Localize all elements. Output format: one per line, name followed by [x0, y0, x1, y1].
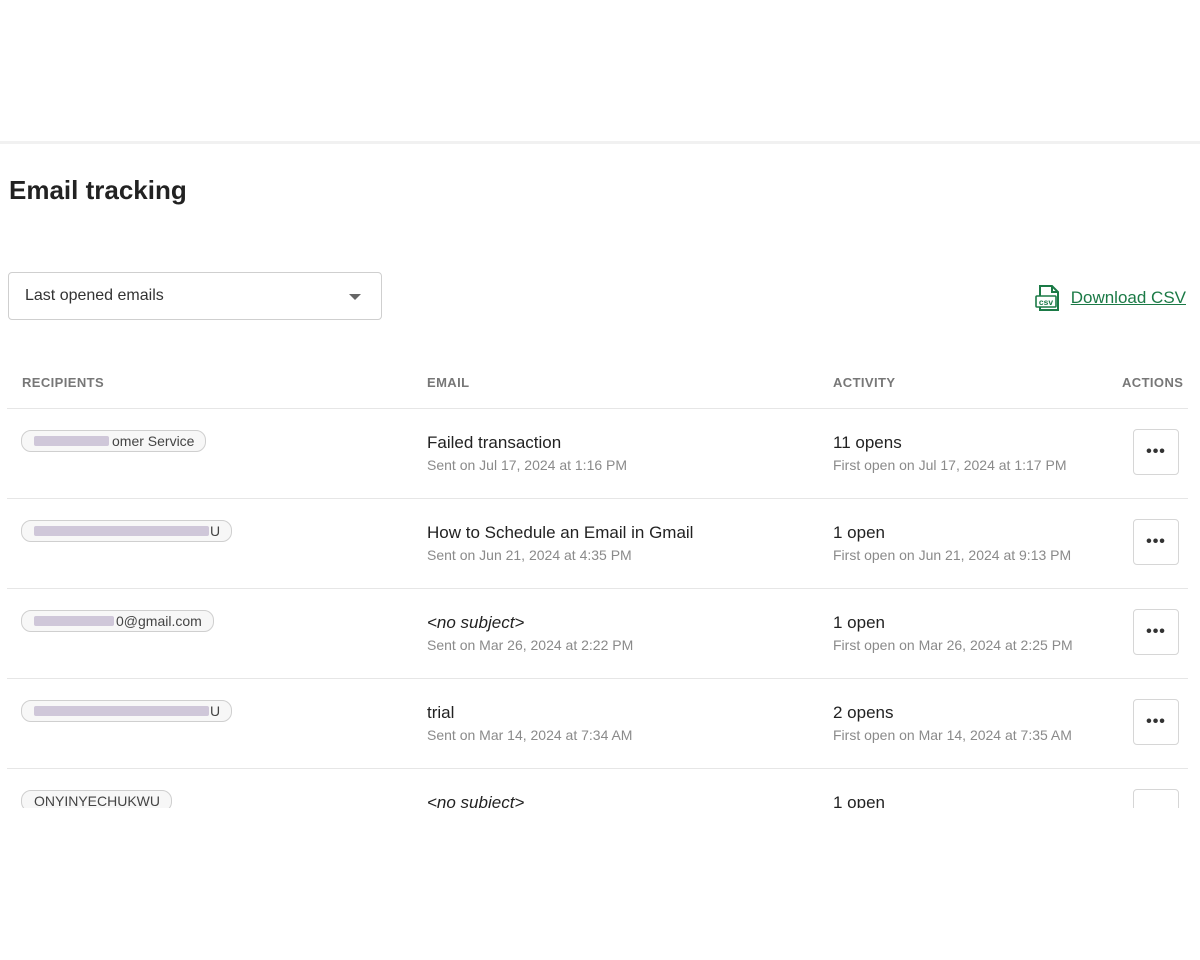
recipient-chip[interactable]: ONYINYECHUKWU — [21, 790, 173, 808]
page-title: Email tracking — [9, 175, 187, 205]
more-actions-button[interactable]: ••• — [1133, 699, 1179, 745]
recipient-chip[interactable]: omer Service — [21, 430, 207, 452]
first-open-date: First open on Jul 17, 2024 at 1:17 PM — [833, 457, 1067, 473]
download-csv-link[interactable]: csv Download CSV — [1034, 284, 1186, 312]
open-count: 11 opens — [833, 433, 902, 452]
more-actions-button[interactable]: ••• — [1133, 429, 1179, 475]
csv-file-icon: csv — [1034, 285, 1059, 311]
open-count: 1 open — [833, 613, 885, 632]
sent-date: Sent on Mar 26, 2024 at 2:22 PM — [427, 637, 634, 653]
column-header-activity: ACTIVITY — [833, 375, 896, 390]
chevron-down-icon — [349, 294, 361, 300]
first-open-date: First open on Mar 14, 2024 at 7:35 AM — [833, 727, 1072, 743]
email-subject[interactable]: trial — [427, 703, 454, 723]
table-row[interactable]: ONYINYECHUKWU <no subject> 1 open ••• — [7, 768, 1188, 808]
header-divider — [0, 141, 1200, 144]
first-open-date: First open on Jun 21, 2024 at 9:13 PM — [833, 547, 1072, 563]
redacted-text — [34, 436, 109, 446]
email-subject[interactable]: How to Schedule an Email in Gmail — [427, 523, 693, 543]
download-csv-label: Download CSV — [1070, 288, 1186, 307]
column-header-recipients: RECIPIENTS — [22, 375, 105, 390]
open-count: 2 opens — [833, 703, 894, 722]
table-row[interactable]: omer Service Failed transaction Sent on … — [7, 408, 1188, 499]
more-actions-button[interactable]: ••• — [1133, 609, 1179, 655]
sent-date: Sent on Jun 21, 2024 at 4:35 PM — [427, 547, 632, 563]
more-actions-button[interactable]: ••• — [1133, 789, 1179, 808]
recipient-chip[interactable]: 0@gmail.com — [21, 610, 214, 632]
email-subject[interactable]: Failed transaction — [427, 433, 561, 453]
redacted-text — [34, 526, 209, 536]
open-count: 1 open — [833, 523, 885, 542]
table-row[interactable]: U How to Schedule an Email in Gmail Sent… — [7, 498, 1188, 589]
filter-selected-value: Last opened emails — [25, 287, 164, 304]
table-row[interactable]: U trial Sent on Mar 14, 2024 at 7:34 AM … — [7, 678, 1188, 769]
sent-date: Sent on Mar 14, 2024 at 7:34 AM — [427, 727, 633, 743]
table-row[interactable]: 0@gmail.com <no subject> Sent on Mar 26,… — [7, 588, 1188, 679]
more-actions-button[interactable]: ••• — [1133, 519, 1179, 565]
column-header-actions: ACTIONS — [1122, 375, 1184, 390]
redacted-text — [34, 706, 209, 716]
column-header-email: EMAIL — [427, 375, 470, 390]
svg-text:csv: csv — [1039, 297, 1053, 307]
first-open-date: First open on Mar 26, 2024 at 2:25 PM — [833, 637, 1073, 653]
open-count: 1 open — [833, 793, 885, 808]
redacted-text — [34, 616, 114, 626]
email-subject[interactable]: <no subject> — [427, 793, 524, 808]
email-subject[interactable]: <no subject> — [427, 613, 524, 633]
recipient-chip[interactable]: U — [21, 700, 233, 722]
sent-date: Sent on Jul 17, 2024 at 1:16 PM — [427, 457, 628, 473]
email-table: omer Service Failed transaction Sent on … — [0, 408, 1200, 808]
recipient-chip[interactable]: U — [21, 520, 233, 542]
email-filter-select[interactable]: Last opened emails — [8, 272, 382, 320]
